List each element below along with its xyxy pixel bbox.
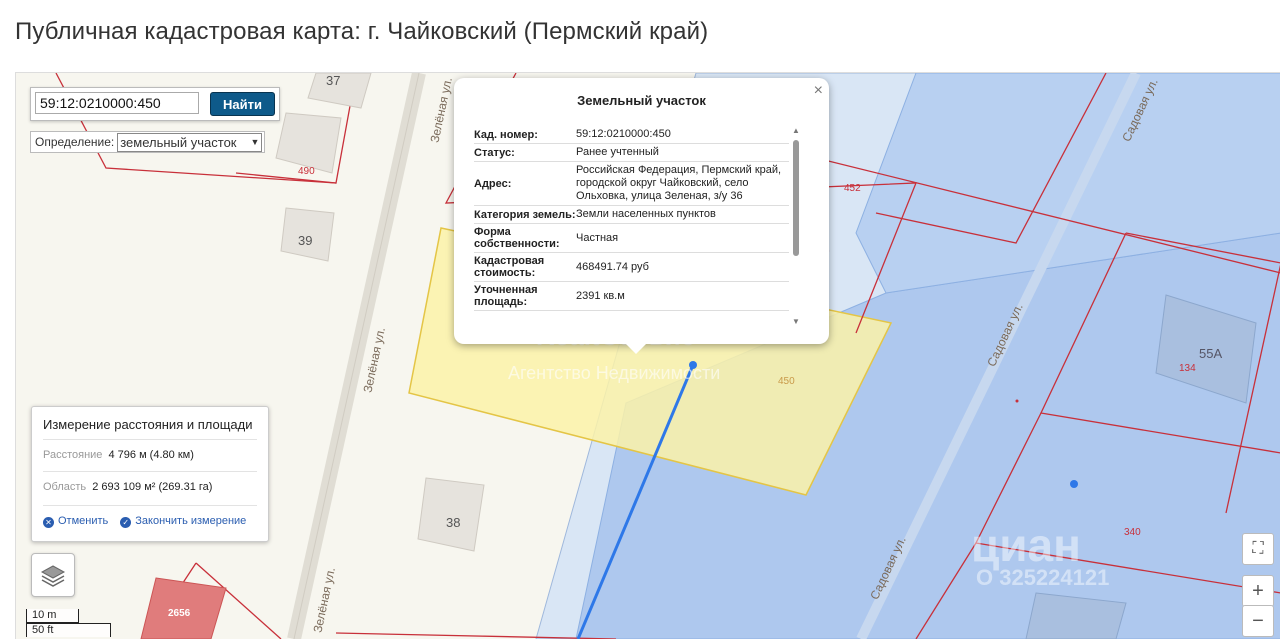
- find-button[interactable]: Найти: [210, 92, 275, 116]
- measure-title: Измерение расстояния и площади: [43, 417, 253, 432]
- building-label-55a: 55А: [1199, 346, 1223, 361]
- check-icon: ✓: [120, 517, 132, 528]
- row-key: Адрес:: [474, 177, 512, 190]
- info-row: Кадастровая стоимость: 468491.74 руб: [474, 253, 789, 282]
- definition-select[interactable]: земельный участок ▼: [117, 132, 263, 152]
- watermark-realt-sub: Агентство Недвижимости: [508, 363, 721, 383]
- finish-label: Закончить измерение: [135, 515, 247, 527]
- scroll-up-icon[interactable]: ▲: [792, 126, 800, 135]
- actions-divider: [43, 505, 257, 506]
- definition-selected: земельный участок: [120, 134, 237, 150]
- measure-actions: ✕ Отменить ✓ Закончить измерение: [43, 515, 246, 528]
- cadastral-search-input[interactable]: [35, 92, 199, 114]
- parcel-label-490: 490: [298, 166, 315, 177]
- definition-row: Определение: земельный участок ▼: [30, 131, 266, 153]
- scale-imperial: 50 ft: [26, 623, 111, 637]
- layers-icon: [40, 565, 66, 587]
- scale-metric: 10 m: [26, 609, 79, 623]
- scroll-thumb[interactable]: [793, 140, 799, 256]
- row-value: Земли населенных пунктов: [576, 208, 716, 220]
- building-label-37: 37: [326, 73, 341, 88]
- info-row: Кад. номер: 59:12:0210000:450: [474, 126, 789, 144]
- row-key: Категория земель:: [474, 208, 576, 221]
- row-value: Российская Федерация, Пермский край, гор…: [576, 164, 782, 202]
- parcel-label-450: 450: [778, 376, 795, 387]
- building-label-38: 38: [446, 515, 461, 530]
- fullscreen-icon: ⛶: [1252, 540, 1264, 557]
- map-canvas[interactable]: Зелёная ул. Зелёная ул. Зелёная ул. Садо…: [15, 72, 1280, 639]
- row-value: 59:12:0210000:450: [576, 128, 671, 140]
- building-label-39: 39: [298, 233, 313, 248]
- page-title: Публичная кадастровая карта: г. Чайковск…: [15, 18, 709, 45]
- distance-value: 4 796 м (4.80 км): [108, 449, 194, 461]
- parcel-label-134: 134: [1179, 363, 1196, 374]
- row-value: 468491.74 руб: [576, 260, 649, 273]
- watermark-cian-phone: О 325224121: [976, 565, 1110, 590]
- cancel-label: Отменить: [58, 515, 109, 527]
- row-key: Кад. номер:: [474, 128, 538, 141]
- minus-icon: −: [1252, 609, 1264, 632]
- distance-label: Расстояние: [43, 449, 103, 461]
- parcel-label-340: 340: [1124, 527, 1141, 538]
- popup-scrollbar[interactable]: ▲ ▼: [792, 126, 800, 326]
- layers-button[interactable]: [31, 553, 75, 597]
- row-value: Частная: [576, 231, 619, 244]
- watermark-cian: циан: [971, 519, 1081, 571]
- distance-row: Расстояние 4 796 м (4.80 км): [43, 439, 257, 461]
- building-label-2656: 2656: [168, 608, 191, 619]
- plus-icon: +: [1252, 579, 1264, 602]
- row-key: Уточненная площадь:: [474, 284, 538, 308]
- zoom-in-button[interactable]: +: [1242, 575, 1274, 607]
- parcel-info-popup: × Земельный участок Кад. номер: 59:12:021…: [454, 78, 829, 354]
- info-row: Уточненная площадь: 2391 кв.м: [474, 282, 789, 311]
- finish-measure-button[interactable]: ✓ Закончить измерение: [120, 515, 246, 528]
- fullscreen-button[interactable]: ⛶: [1242, 533, 1274, 565]
- info-row: Статус: Ранее учтенный: [474, 144, 789, 162]
- parcel-label-452: 452: [844, 183, 861, 194]
- info-row: Адрес: Российская Федерация, Пермский кра…: [474, 162, 789, 206]
- zoom-out-button[interactable]: −: [1242, 605, 1274, 637]
- chevron-down-icon: ▼: [250, 137, 260, 147]
- row-key: Форма собственности:: [474, 226, 560, 250]
- scale-bar: 10 m 50 ft: [26, 609, 111, 637]
- parcel-marker: [1070, 480, 1078, 488]
- definition-label: Определение:: [35, 135, 115, 149]
- popup-title: Земельный участок: [577, 93, 706, 108]
- row-key: Статус:: [474, 146, 515, 159]
- area-label: Область: [43, 481, 87, 493]
- measure-panel: Измерение расстояния и площади Расстояни…: [31, 406, 269, 542]
- row-key: Кадастровая стоимость:: [474, 255, 545, 279]
- scroll-down-icon[interactable]: ▼: [792, 317, 800, 326]
- cancel-measure-button[interactable]: ✕ Отменить: [43, 515, 108, 528]
- row-value: Ранее учтенный: [576, 146, 659, 158]
- info-row: Форма собственности: Частная: [474, 224, 789, 253]
- cancel-icon: ✕: [43, 517, 54, 528]
- area-value: 2 693 109 м² (269.31 га): [92, 481, 213, 493]
- popup-info-table: Кад. номер: 59:12:0210000:450 Статус: Ране…: [474, 126, 789, 311]
- info-row: Категория земель: Земли населенных пункто…: [474, 206, 789, 224]
- row-value: 2391 кв.м: [576, 289, 625, 302]
- area-row: Область 2 693 109 м² (269.31 га): [43, 471, 257, 493]
- search-box: Найти: [30, 87, 280, 121]
